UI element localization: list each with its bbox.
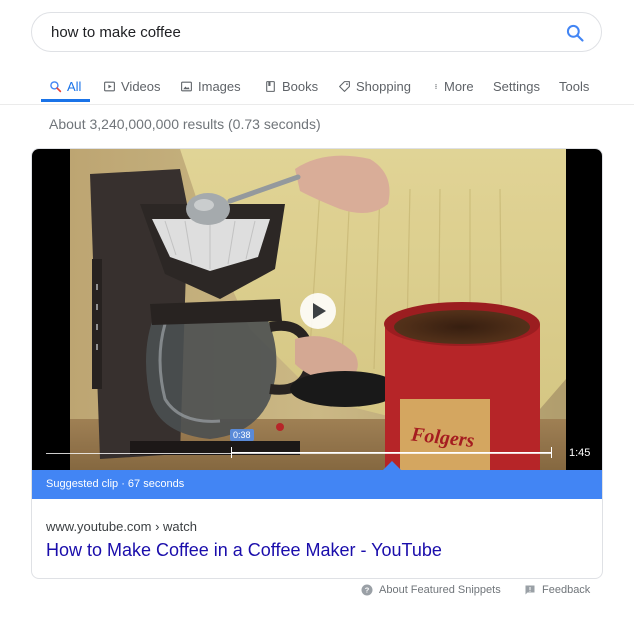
video-duration: 1:45 xyxy=(569,447,591,459)
search-tabs: All Videos Images Books Shopping More Se… xyxy=(0,70,634,105)
snippet-footer: ? About Featured Snippets Feedback xyxy=(0,582,634,602)
result-source-url[interactable]: www.youtube.com › watch xyxy=(46,519,197,534)
tag-icon xyxy=(339,80,350,92)
image-icon xyxy=(181,81,192,91)
tab-label: Settings xyxy=(493,78,540,94)
tab-label: Shopping xyxy=(356,78,411,94)
play-button[interactable] xyxy=(300,293,336,329)
search-icon xyxy=(50,80,62,92)
tab-settings[interactable]: Settings xyxy=(493,76,540,96)
clip-pointer xyxy=(383,461,401,470)
active-tab-indicator xyxy=(41,99,90,102)
clip-start-time: 0:38 xyxy=(230,429,254,441)
tab-more[interactable]: More xyxy=(433,76,474,96)
featured-snippet-card: Folgers 0:38 1:45 Suggested clip · 67 se… xyxy=(31,148,603,579)
suggested-clip-bar: Suggested clip · 67 seconds xyxy=(32,470,602,499)
search-input[interactable]: how to make coffee xyxy=(51,24,181,41)
tab-books[interactable]: Books xyxy=(264,76,318,96)
result-title-link[interactable]: How to Make Coffee in a Coffee Maker - Y… xyxy=(46,540,442,561)
book-icon xyxy=(266,80,275,92)
tab-label: Images xyxy=(198,78,241,94)
play-icon xyxy=(313,303,326,319)
search-icon[interactable] xyxy=(565,23,585,43)
tab-images[interactable]: Images xyxy=(180,76,241,96)
tab-tools[interactable]: Tools xyxy=(559,76,589,96)
feedback-label: Feedback xyxy=(542,584,591,596)
tab-label: More xyxy=(444,78,474,94)
suggested-clip-label: Suggested clip · 67 seconds xyxy=(46,478,185,490)
tab-label: Books xyxy=(282,78,319,94)
feedback-icon xyxy=(525,585,535,595)
feedback-link[interactable]: Feedback xyxy=(524,584,590,596)
video-icon xyxy=(104,81,115,91)
about-label: About Featured Snippets xyxy=(379,584,501,596)
more-vert-icon xyxy=(435,83,437,89)
svg-text:?: ? xyxy=(365,586,370,595)
about-featured-snippets-link[interactable]: ? About Featured Snippets xyxy=(361,584,501,596)
tab-shopping[interactable]: Shopping xyxy=(338,76,411,96)
tab-all[interactable]: All xyxy=(49,76,81,96)
help-icon: ? xyxy=(361,584,373,596)
result-stats: About 3,240,000,000 results (0.73 second… xyxy=(49,116,321,132)
tab-label: All xyxy=(67,78,82,94)
search-box[interactable]: how to make coffee xyxy=(31,12,602,52)
tab-label: Videos xyxy=(121,78,161,94)
tab-videos[interactable]: Videos xyxy=(103,76,161,96)
tab-label: Tools xyxy=(559,78,590,94)
suggested-clip-range[interactable] xyxy=(231,447,552,458)
video-player[interactable]: Folgers 0:38 1:45 xyxy=(32,149,602,470)
